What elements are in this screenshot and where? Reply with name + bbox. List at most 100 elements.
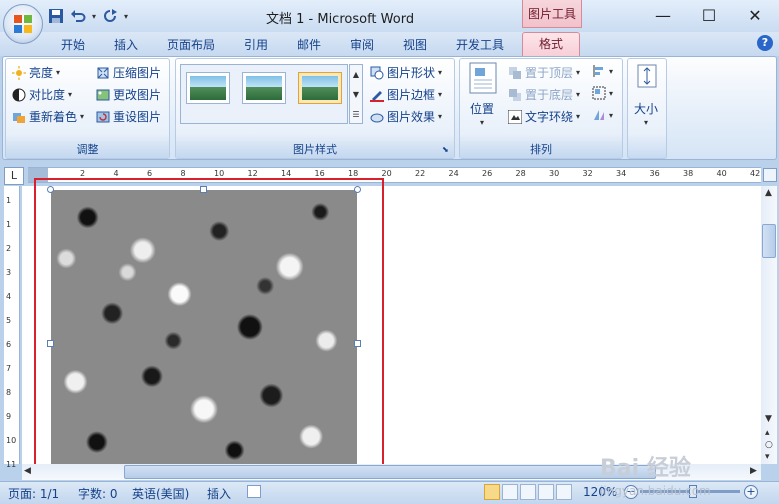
outline-view-icon[interactable] <box>538 484 554 500</box>
macro-record-icon[interactable] <box>247 485 261 498</box>
maximize-button[interactable]: ☐ <box>686 0 732 30</box>
brightness-button[interactable]: 亮度 ▾ <box>12 64 60 81</box>
send-to-back-button[interactable]: 置于底层 ▾ <box>508 86 580 103</box>
web-layout-icon[interactable] <box>520 484 536 500</box>
minimize-button[interactable]: — <box>640 0 686 30</box>
ruler-number: 28 <box>515 169 526 178</box>
customize-qat-icon[interactable]: ▾ <box>124 12 128 21</box>
dialog-launcher-icon[interactable]: ⬊ <box>442 145 449 154</box>
size-button[interactable]: 大小 ▾ <box>630 62 664 132</box>
watermark-brand: Bai 经验 <box>600 456 691 481</box>
picture-shape-button[interactable]: 图片形状 ▾ <box>370 64 442 81</box>
scroll-down-icon[interactable]: ▼ <box>765 414 772 424</box>
chevron-down-icon: ▾ <box>56 68 61 77</box>
ruler-number: 10 <box>6 436 17 445</box>
chevron-down-icon: ▾ <box>438 90 443 99</box>
compress-pictures-button[interactable]: 压缩图片 <box>96 64 161 81</box>
insert-mode[interactable]: 插入 <box>207 485 231 502</box>
reset-picture-button[interactable]: 重设图片 <box>96 108 161 125</box>
tab-selector[interactable]: L <box>4 167 24 185</box>
ruler-number: 2 <box>6 244 12 253</box>
chevron-down-icon: ▾ <box>80 112 85 121</box>
contrast-label: 对比度 <box>29 88 66 102</box>
undo-dropdown-icon[interactable]: ▾ <box>92 12 96 21</box>
gallery-up-icon[interactable]: ▲ <box>350 65 362 85</box>
undo-icon[interactable] <box>70 8 86 24</box>
office-button[interactable] <box>3 4 43 44</box>
position-icon <box>469 62 497 94</box>
ruler-number: 4 <box>113 169 119 178</box>
full-screen-reading-icon[interactable] <box>502 484 518 500</box>
draft-view-icon[interactable] <box>556 484 572 500</box>
tab-format[interactable]: 格式 <box>522 32 580 56</box>
recolor-icon <box>13 112 25 123</box>
watermark: Bai 经验 jingyan.baidu.com <box>600 458 770 502</box>
tab-home[interactable]: 开始 <box>61 36 85 53</box>
chevron-down-icon: ▾ <box>576 90 581 99</box>
quick-access-toolbar: ▾ ▾ <box>48 6 128 26</box>
chevron-down-icon: ▾ <box>609 110 614 120</box>
gallery-more-icon[interactable]: ☰ <box>350 105 362 125</box>
vertical-ruler[interactable]: 1 1 2 3 4 5 6 7 8 9 10 11 <box>4 186 20 469</box>
tab-view[interactable]: 视图 <box>403 36 427 53</box>
save-icon[interactable] <box>48 8 64 24</box>
ruler-number: 16 <box>314 169 325 178</box>
picture-style-thumbnail[interactable] <box>186 72 230 104</box>
gallery-scroll[interactable]: ▲ ▼ ☰ <box>349 64 363 124</box>
ruler-number: 6 <box>6 340 12 349</box>
chevron-down-icon: ▾ <box>644 118 649 127</box>
compress-pictures-label: 压缩图片 <box>113 66 162 80</box>
picture-effects-icon <box>370 113 384 122</box>
align-button[interactable]: ▾ <box>592 64 613 78</box>
tab-developer[interactable]: 开发工具 <box>456 36 504 53</box>
arrange-group-label: 排列 <box>460 141 622 158</box>
picture-styles-group-label: 图片样式 <box>176 141 454 158</box>
help-icon[interactable]: ? <box>757 35 773 51</box>
recolor-button[interactable]: 重新着色 ▾ <box>12 108 84 125</box>
ruler-number: 11 <box>6 460 17 469</box>
rotate-button[interactable]: ▾ <box>592 108 613 122</box>
brightness-icon <box>12 65 26 80</box>
picture-effects-button[interactable]: 图片效果 ▾ <box>370 108 442 125</box>
horizontal-scroll-thumb[interactable] <box>124 465 656 479</box>
picture-effects-label: 图片效果 <box>387 110 436 124</box>
previous-page-icon[interactable]: ▴ <box>765 428 770 438</box>
picture-style-thumbnail-selected[interactable] <box>298 72 342 104</box>
group-button[interactable]: ▾ <box>592 86 613 100</box>
word-count[interactable]: 字数: 0 <box>78 485 118 502</box>
gallery-down-icon[interactable]: ▼ <box>350 85 362 105</box>
picture-shape-label: 图片形状 <box>387 66 436 80</box>
picture-style-thumbnail[interactable] <box>242 72 286 104</box>
language-indicator[interactable]: 英语(美国) <box>132 485 189 502</box>
picture-border-button[interactable]: 图片边框 ▾ <box>370 86 442 103</box>
tab-page-layout[interactable]: 页面布局 <box>167 36 215 53</box>
scroll-left-icon[interactable]: ◀ <box>24 466 31 476</box>
print-layout-view-icon[interactable] <box>484 484 500 500</box>
page-count[interactable]: 页面: 1/1 <box>8 485 59 502</box>
tab-review[interactable]: 审阅 <box>350 36 374 53</box>
scroll-up-icon[interactable]: ▲ <box>765 188 772 198</box>
browse-object-icon[interactable]: ○ <box>765 440 773 450</box>
ruler-number: 1 <box>6 220 12 229</box>
ruler-number: 1 <box>6 196 12 205</box>
ruler-number: 24 <box>448 169 459 178</box>
change-picture-button[interactable]: 更改图片 <box>96 86 161 103</box>
close-button[interactable]: ✕ <box>732 0 778 30</box>
tab-mailings[interactable]: 邮件 <box>297 36 321 53</box>
bring-to-front-button[interactable]: 置于顶层 ▾ <box>508 64 580 81</box>
tab-insert[interactable]: 插入 <box>114 36 138 53</box>
position-button[interactable]: 位置 ▾ <box>466 62 500 132</box>
ruler-number: 14 <box>281 169 292 178</box>
vertical-scroll-thumb[interactable] <box>762 224 776 258</box>
view-ruler-icon[interactable] <box>763 168 777 182</box>
ruler-number: 6 <box>147 169 153 178</box>
chevron-down-icon: ▾ <box>609 88 614 98</box>
text-wrapping-button[interactable]: 文字环绕 ▾ <box>508 108 580 125</box>
change-picture-icon <box>96 89 110 100</box>
picture-shape-icon <box>370 66 384 79</box>
brightness-label: 亮度 <box>29 66 54 80</box>
tab-references[interactable]: 引用 <box>244 36 268 53</box>
redo-icon[interactable] <box>102 8 118 24</box>
ruler-number: 22 <box>415 169 426 178</box>
contrast-button[interactable]: 对比度 ▾ <box>12 86 72 103</box>
